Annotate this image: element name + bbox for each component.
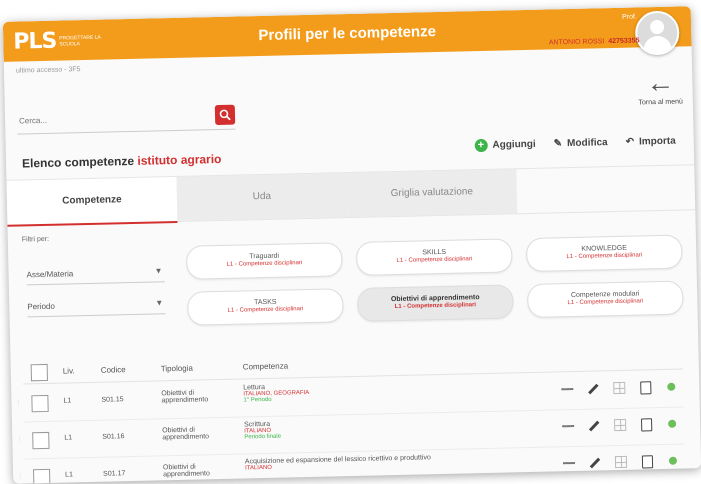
avatar-head-shape	[649, 19, 665, 35]
row-checkbox[interactable]	[32, 431, 50, 450]
category-knowledge[interactable]: KNOWLEDGE L1 - Competenze disciplinari	[525, 234, 683, 273]
list-title: Elenco competenze istituto agrario	[22, 152, 222, 171]
period-select[interactable]: Periodo ▼	[27, 295, 166, 318]
status-dot-icon	[665, 381, 677, 393]
status-dot-icon	[667, 455, 679, 467]
avatar-body-shape	[643, 35, 672, 56]
list-title-highlight: istituto agrario	[137, 151, 222, 168]
category-obiettivi[interactable]: Obiettivi di apprendimento L1 - Competen…	[356, 284, 514, 322]
select-all-checkbox[interactable]	[30, 363, 49, 382]
column-header-level[interactable]: Liv.	[63, 366, 75, 375]
subject-select-value: Asse/Materia	[26, 269, 74, 280]
pencil-icon[interactable]	[587, 382, 599, 394]
row-competence: Scrittura ITALIANO Periodo finale	[244, 415, 524, 441]
row-actions	[562, 417, 678, 433]
row-checkbox[interactable]	[31, 394, 49, 413]
edit-button[interactable]: ✎ Modifica	[554, 136, 608, 150]
row-type: Obiettivi di apprendimento	[162, 463, 210, 479]
pencil-icon[interactable]	[588, 419, 600, 431]
grid-icon[interactable]	[614, 418, 627, 432]
top-bar: PLS PROGETTARE LA SCUOLA Profili per le …	[2, 6, 692, 62]
add-button[interactable]: + Aggiungi	[474, 138, 536, 153]
row-type: Obiettivi di apprendimento	[161, 389, 209, 405]
import-icon: ↶	[625, 136, 635, 148]
user-role: Prof.	[622, 13, 637, 21]
search-icon	[219, 109, 231, 121]
document-icon[interactable]	[639, 380, 651, 395]
drag-handle-icon[interactable]: ⋮	[15, 400, 21, 407]
search-bar	[16, 104, 236, 135]
import-button[interactable]: ↶ Importa	[626, 135, 676, 149]
edit-label: Modifica	[567, 137, 608, 150]
column-header-competence[interactable]: Competenza	[243, 361, 289, 371]
back-label[interactable]: Torna al menù	[638, 98, 683, 106]
row-level: L1	[63, 397, 72, 405]
column-header-type[interactable]: Tipologia	[161, 364, 193, 374]
row-competence: Acquisizione ed espansione del lessico r…	[245, 452, 545, 471]
category-competenze-modulari[interactable]: Competenze modulari L1 - Competenze disc…	[526, 280, 684, 319]
period-select-value: Periodo	[27, 301, 55, 312]
document-icon[interactable]	[641, 454, 653, 468]
import-label: Importa	[638, 135, 676, 148]
breadcrumb: ultimo accesso - 3F5	[15, 66, 81, 75]
tab-competenze[interactable]: Competenze	[6, 176, 178, 227]
row-competence: Lettura ITALIANO, GEOGRAFIA 1° Periodo	[243, 378, 523, 403]
search-button[interactable]	[214, 104, 236, 126]
document-icon[interactable]	[640, 417, 652, 431]
column-header-code[interactable]: Codice	[101, 365, 126, 375]
screenshot-stage: PLS PROGETTARE LA SCUOLA Profili per le …	[0, 0, 701, 484]
action-bar: + Aggiungi ✎ Modifica ↶ Importa	[474, 135, 676, 153]
tab-bar: Competenze Uda Griglia valutazione	[6, 164, 696, 227]
row-level: L1	[65, 471, 74, 479]
app-window: PLS PROGETTARE LA SCUOLA Profili per le …	[2, 6, 701, 484]
list-icon[interactable]	[561, 383, 574, 395]
back-arrow-icon[interactable]: ←	[646, 67, 675, 99]
grid-icon[interactable]	[613, 381, 626, 395]
row-actions	[562, 454, 679, 470]
list-icon[interactable]	[562, 457, 576, 469]
row-actions	[561, 380, 677, 396]
row-code: S01.15	[101, 396, 124, 404]
tab-uda[interactable]: Uda	[176, 173, 348, 221]
filters-label: Filtri per:	[21, 235, 50, 244]
grid-icon[interactable]	[614, 455, 628, 469]
row-code: S01.16	[102, 433, 125, 441]
drag-handle-icon[interactable]: ⋮	[17, 474, 23, 481]
user-name: ANTONIO ROSSI	[548, 38, 605, 47]
category-skills[interactable]: SKILLS L1 - Competenze disciplinari	[355, 238, 513, 276]
chevron-down-icon: ▼	[154, 266, 163, 276]
user-code: 42753355	[608, 37, 640, 46]
row-type: Obiettivi di apprendimento	[162, 426, 210, 442]
row-code: S01.17	[103, 470, 126, 478]
status-dot-icon	[666, 418, 678, 430]
list-icon[interactable]	[562, 420, 575, 432]
category-traguardi[interactable]: Traguardi L1 - Competenze disciplinari	[185, 242, 343, 280]
search-input[interactable]	[16, 111, 212, 127]
drag-handle-icon[interactable]: ⋮	[16, 437, 22, 444]
row-level: L1	[64, 434, 73, 442]
tab-griglia-valutazione[interactable]: Griglia valutazione	[346, 169, 518, 218]
list-title-prefix: Elenco competenze	[21, 153, 135, 171]
pencil-icon[interactable]	[589, 456, 601, 468]
add-label: Aggiungi	[492, 138, 536, 151]
category-tasks[interactable]: TASKS L1 - Competenze disciplinari	[187, 288, 344, 326]
subject-select[interactable]: Asse/Materia ▼	[26, 263, 165, 286]
chevron-down-icon: ▼	[155, 298, 164, 308]
pencil-icon: ✎	[553, 138, 563, 150]
add-icon: +	[474, 138, 488, 153]
avatar[interactable]	[634, 10, 680, 56]
